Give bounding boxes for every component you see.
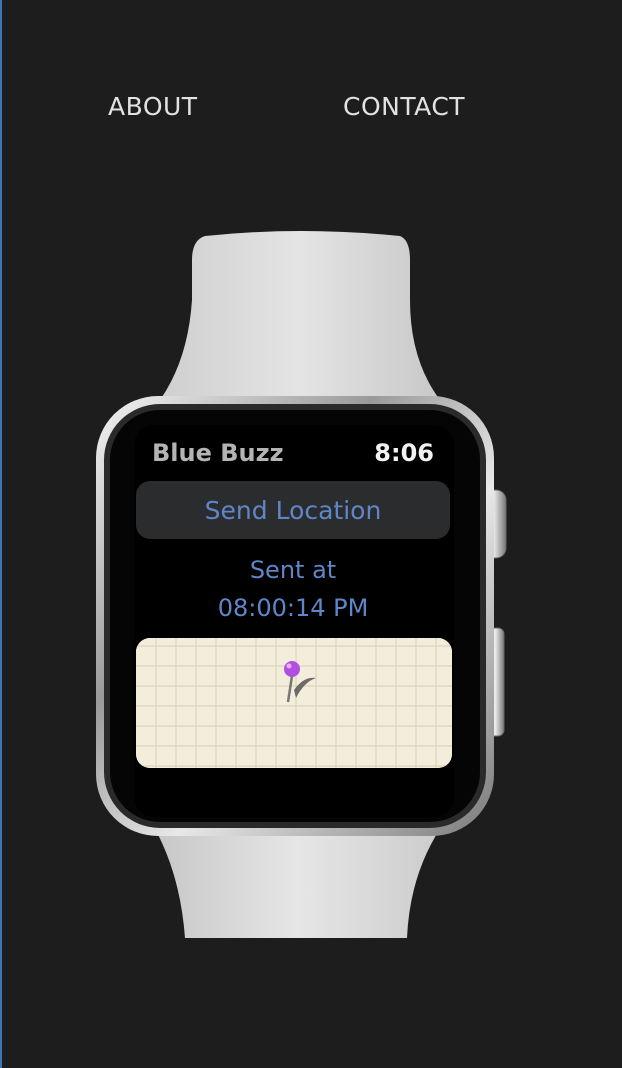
- map-grid: [136, 638, 452, 768]
- sent-time-value: 08:00:14 PM: [217, 594, 369, 622]
- app-title: Blue Buzz: [152, 439, 284, 467]
- apple-watch-illustration: Blue Buzz 8:06 Send Location Sent at 08:…: [0, 0, 622, 1068]
- watch-screen: Blue Buzz 8:06 Send Location Sent at 08:…: [134, 425, 454, 817]
- watch-band-top: [160, 231, 440, 400]
- location-map[interactable]: [136, 638, 452, 768]
- send-location-button[interactable]: Send Location: [136, 481, 450, 539]
- sent-at-label: Sent at: [249, 556, 337, 584]
- clock-time: 8:06: [374, 439, 434, 467]
- watch-band-bottom: [150, 820, 446, 938]
